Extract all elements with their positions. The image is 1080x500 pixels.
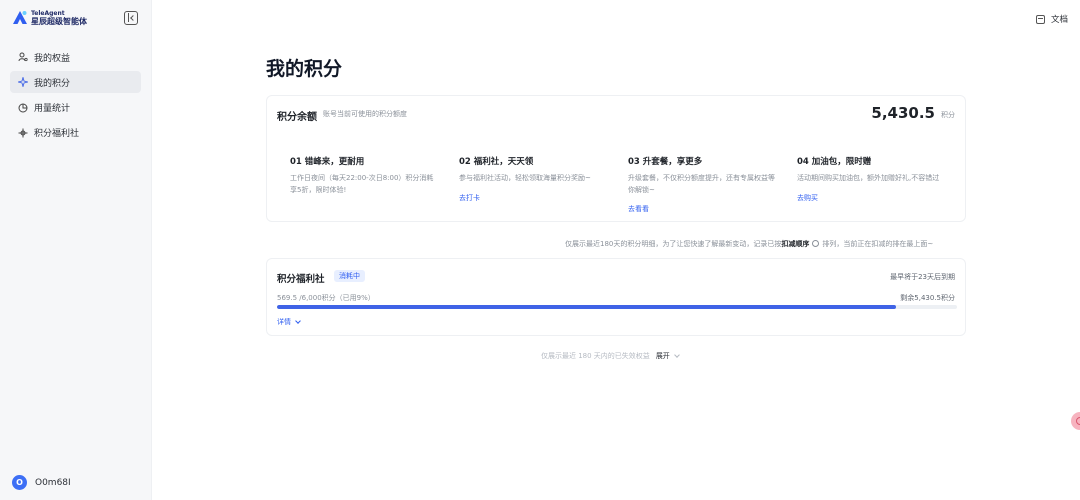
tip-title: 03 升套餐，享更多 <box>628 157 703 167</box>
chevron-down-icon <box>295 318 301 324</box>
points-balance-card: 积分余额 账号当前可使用的积分额度 5,430.5 积分 01 错峰来，更耐用 … <box>266 95 966 222</box>
sidebar-item-label: 我的积分 <box>34 78 71 89</box>
avatar: O <box>12 475 27 490</box>
tip-desc: 升级套餐，不仅积分额度提升，还有专属权益等你解锁~ <box>628 174 775 194</box>
tip-title: 02 福利社，天天领 <box>459 157 534 167</box>
person-icon <box>18 52 28 62</box>
expand-button[interactable]: 展开 <box>656 351 680 361</box>
tip-item: 02 福利社，天天领 参与福利社活动，轻松领取海量积分奖励~ 去打卡 <box>459 155 609 204</box>
user-profile[interactable]: O O0m68I <box>12 475 71 490</box>
sidebar-item-my-benefits[interactable]: 我的权益 <box>10 46 141 68</box>
floating-assistant-icon[interactable] <box>1071 412 1080 430</box>
status-badge: 消耗中 <box>334 270 365 282</box>
balance-unit: 积分 <box>941 111 955 119</box>
sparkle-icon <box>18 77 28 88</box>
tip-item: 04 加油包，限时赠 活动期间购买加油包，额外加赠好礼,不容错过 去购买 <box>797 155 947 204</box>
sidebar-nav: 我的权益 我的积分 用量统计 积分福利社 <box>10 46 141 147</box>
sidebar-item-usage-stats[interactable]: 用量统计 <box>10 97 141 119</box>
tip-title: 01 错峰来，更耐用 <box>290 157 365 167</box>
info-icon[interactable] <box>812 240 820 247</box>
sidebar-item-label: 积分福利社 <box>34 129 80 140</box>
user-name: O0m68I <box>35 477 71 488</box>
sidebar: TeleAgent 星辰超级智能体 我的权益 我的积分 用量统计 积分福利社 O… <box>0 0 152 500</box>
brand-name-en: TeleAgent <box>31 9 65 17</box>
expired-benefits-row: 仅展示最近 180 天内的已失效权益 展开 <box>541 351 680 361</box>
balance-value: 5,430.5 <box>871 104 935 122</box>
chevron-down-icon <box>673 352 680 358</box>
tip-desc: 工作日夜间（每天22:00-次日8:00）积分消耗享5折，限时体验! <box>290 174 434 194</box>
tip-item: 03 升套餐，享更多 升级套餐，不仅积分额度提升，还有专属权益等你解锁~ 去看看 <box>628 155 778 215</box>
expired-note: 仅展示最近 180 天内的已失效权益 <box>541 352 650 360</box>
expire-note: 最早将于23天后到期 <box>890 273 955 281</box>
view-plans-link[interactable]: 去看看 <box>628 204 649 214</box>
sidebar-collapse-icon[interactable] <box>124 11 138 25</box>
points-detail-notice: 仅展示最近180天的积分明细，为了让您快速了解最新变动，记录已按扣减顺序 排列，当… <box>565 240 934 248</box>
sidebar-item-my-points[interactable]: 我的积分 <box>10 71 141 94</box>
balance-title: 积分余额 <box>277 112 317 123</box>
usage-text: 569.5 /6,000积分（已用9%） <box>277 294 375 302</box>
remaining-text: 剩余5,430.5积分 <box>900 294 955 302</box>
gift-icon <box>18 128 28 138</box>
teleagent-logo-icon <box>13 11 27 24</box>
tip-title: 04 加油包，限时赠 <box>797 157 872 167</box>
pie-chart-icon <box>18 103 28 113</box>
balance-subtitle: 账号当前可使用的积分额度 <box>323 110 407 118</box>
check-in-link[interactable]: 去打卡 <box>459 193 480 203</box>
sidebar-item-label: 用量统计 <box>34 104 71 115</box>
sidebar-item-points-welfare[interactable]: 积分福利社 <box>10 122 141 144</box>
progress-fill <box>277 305 896 309</box>
brand-logo[interactable]: TeleAgent 星辰超级智能体 <box>12 10 87 26</box>
usage-progress-bar <box>277 305 957 309</box>
tip-desc: 参与福利社活动，轻松领取海量积分奖励~ <box>459 174 591 182</box>
welfare-points-card: 积分福利社 消耗中 最早将于23天后到期 569.5 /6,000积分（已用9%… <box>266 258 966 336</box>
docs-label: 文档 <box>1051 15 1069 25</box>
tip-desc: 活动期间购买加油包，额外加赠好礼,不容错过 <box>797 174 940 182</box>
details-toggle[interactable]: 详情 <box>277 317 301 327</box>
sidebar-item-label: 我的权益 <box>34 53 71 64</box>
buy-pack-link[interactable]: 去购买 <box>797 193 818 203</box>
document-icon <box>1036 14 1045 24</box>
brand-name-cn: 星辰超级智能体 <box>31 16 87 26</box>
welfare-title: 积分福利社 <box>277 274 325 285</box>
tip-item: 01 错峰来，更耐用 工作日夜间（每天22:00-次日8:00）积分消耗享5折，… <box>290 155 440 196</box>
page-title: 我的积分 <box>266 58 343 80</box>
docs-link[interactable]: 文档 <box>1036 13 1068 25</box>
